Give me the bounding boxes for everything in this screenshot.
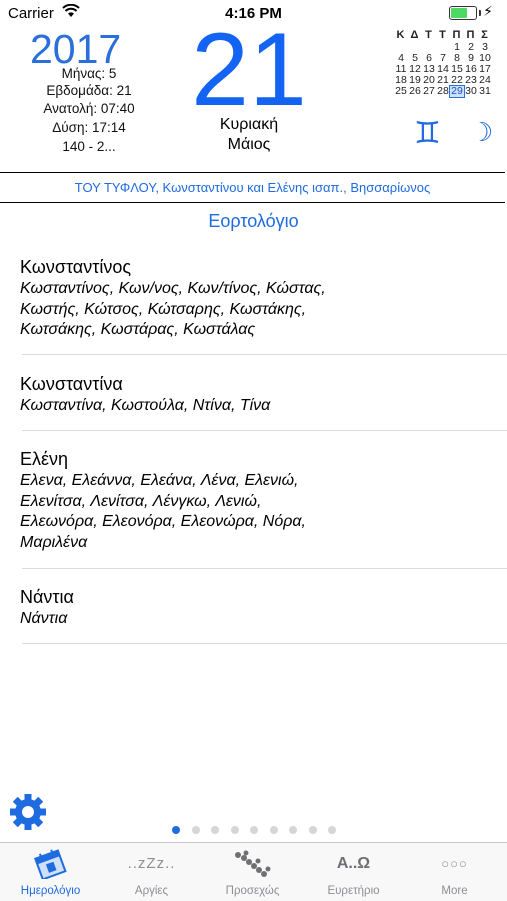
entry-name: Ελένη [20, 449, 69, 469]
charging-icon: ⚡ [483, 3, 493, 19]
entry-name: Νάντια [20, 587, 74, 607]
page-dot[interactable] [191, 826, 200, 834]
page-dot[interactable] [211, 826, 219, 834]
tab-label: Προσεχώς [225, 885, 280, 897]
battery-icon [449, 6, 481, 20]
feast-of-day-banner: ΤΟΥ ΤΥΦΛΟΥ, Κωνσταντίνου και Ελένης ισαπ… [0, 172, 505, 203]
calendar-day[interactable]: 31 [478, 86, 492, 97]
tab-index[interactable]: A..Ω Ευρετήριο [303, 843, 404, 901]
tab-more[interactable]: ○○○ More [404, 843, 505, 901]
section-title: Εορτολόγιο [208, 211, 299, 231]
page-dot[interactable] [250, 826, 258, 834]
page-dot[interactable] [289, 826, 297, 834]
page-indicator[interactable] [0, 824, 507, 836]
tab-label: More [441, 885, 468, 897]
entry-variants-line: Κωσταντίνα, Κωστούλα, Ντίνα, Τίνα [20, 397, 271, 414]
calendar-weekday-header: Δ [410, 28, 420, 41]
calendar-weekday-header: Π [452, 28, 462, 41]
week-number: Εβδομάδα: 21 [46, 83, 132, 98]
page-dot[interactable] [269, 826, 278, 834]
sunrise-time: Ανατολή: 07:40 [43, 101, 135, 116]
entry-variants-line: Κωστής, Κώτσος, Κώτσαρης, Κωστάκης, [20, 300, 307, 318]
divider [22, 430, 507, 431]
entry-name: Κωνσταντίνος [20, 257, 132, 277]
calendar-weekday-header: Τ [425, 28, 433, 41]
day-number[interactable]: 21 [190, 14, 308, 126]
gemini-icon: ♊ [414, 117, 441, 150]
calendar-weekday-header: Κ [396, 28, 406, 41]
entry-variants-line: Ελενα, Ελεάννα, Ελεάνα, Λένα, Ελενιώ, [20, 472, 299, 489]
calendar-day[interactable]: 29 [449, 85, 465, 98]
page-dot[interactable] [230, 826, 239, 834]
sleep-icon: ..zZz.. [127, 855, 176, 872]
entry-variants-line: Κωσταντίνος, Κων/νος, Κων/τίνος, Κώστας, [20, 280, 326, 297]
calendar-day[interactable]: 27 [422, 86, 436, 97]
page-dot[interactable] [328, 826, 336, 834]
calendar-day[interactable]: 28 [436, 86, 450, 97]
weekday-name: Κυριακή [219, 116, 279, 133]
tab-upcoming[interactable]: Προσεχώς [202, 843, 303, 901]
feast-of-day-text: ΤΟΥ ΤΥΦΛΟΥ, Κωνσταντίνου και Ελένης ισαπ… [74, 180, 431, 195]
tab-bar: Ημερολόγιο ..zZz.. Αργίες Προσεχώς A..Ω … [0, 842, 507, 901]
page-dot[interactable] [172, 826, 180, 834]
tab-label: Ημερολόγιο [20, 885, 81, 897]
name-entry[interactable]: Νάντια Νάντια [20, 587, 480, 630]
calendar-weekday-header: Σ [481, 28, 489, 41]
calendar-weekday-header: Τ [439, 28, 447, 41]
entry-variants-line: Ελεωνόρα, Ελεονόρα, Ελεονώρα, Νόρα, [20, 513, 306, 530]
calendar-weekday-header: Π [466, 28, 476, 41]
month-number: Μήνας: 5 [61, 66, 117, 81]
divider [22, 568, 507, 569]
entry-variants-line: Ελενίτσα, Λενίτσα, Λένγκω, Λενιώ, [20, 492, 262, 510]
tab-calendar[interactable]: Ημερολόγιο [0, 843, 101, 901]
tab-label: Αργίες [134, 885, 169, 897]
more-icon: ○○○ [441, 856, 468, 871]
crescent-moon-icon: ☽ [470, 117, 494, 147]
calendar-day[interactable]: 26 [408, 86, 422, 97]
calendar-day[interactable]: 25 [394, 86, 408, 97]
alpha-omega-icon: A..Ω [336, 855, 371, 872]
page-dot[interactable] [308, 826, 317, 834]
mini-calendar[interactable]: ΚΔΤΤΠΠΣ 1 2 3 4 5 6 7 8 9 10 11 12 13 14 15 16 17 18 19 20 2… [394, 28, 492, 98]
calendar-day[interactable]: 30 [464, 86, 478, 97]
entry-variants-line: Μαριλένα [20, 533, 88, 551]
entry-variants-line: Νάντια [20, 610, 68, 627]
name-entry[interactable]: Κωνσταντίνα Κωσταντίνα, Κωστούλα, Ντίνα,… [20, 374, 480, 417]
tab-holidays[interactable]: ..zZz.. Αργίες [101, 843, 202, 901]
month-name: Μάιος [227, 136, 271, 153]
sunset-time: Δύση: 17:14 [52, 120, 126, 135]
calendar-icon [34, 849, 67, 879]
divider [22, 643, 507, 644]
entry-name: Κωνσταντίνα [20, 374, 123, 394]
entry-variants-line: Κωτσάκης, Κωστάρας, Κωστάλας [20, 321, 256, 338]
tab-label: Ευρετήριο [327, 885, 380, 897]
name-entry[interactable]: Κωνσταντίνος Κωσταντίνος, Κων/νος, Κων/τ… [20, 257, 480, 341]
dots-diagonal-icon [235, 850, 271, 877]
day-of-year: 140 - 2... [62, 139, 116, 154]
name-entry[interactable]: Ελένη Ελενα, Ελεάννα, Ελεάνα, Λένα, Ελεν… [20, 449, 480, 553]
divider [22, 354, 507, 355]
